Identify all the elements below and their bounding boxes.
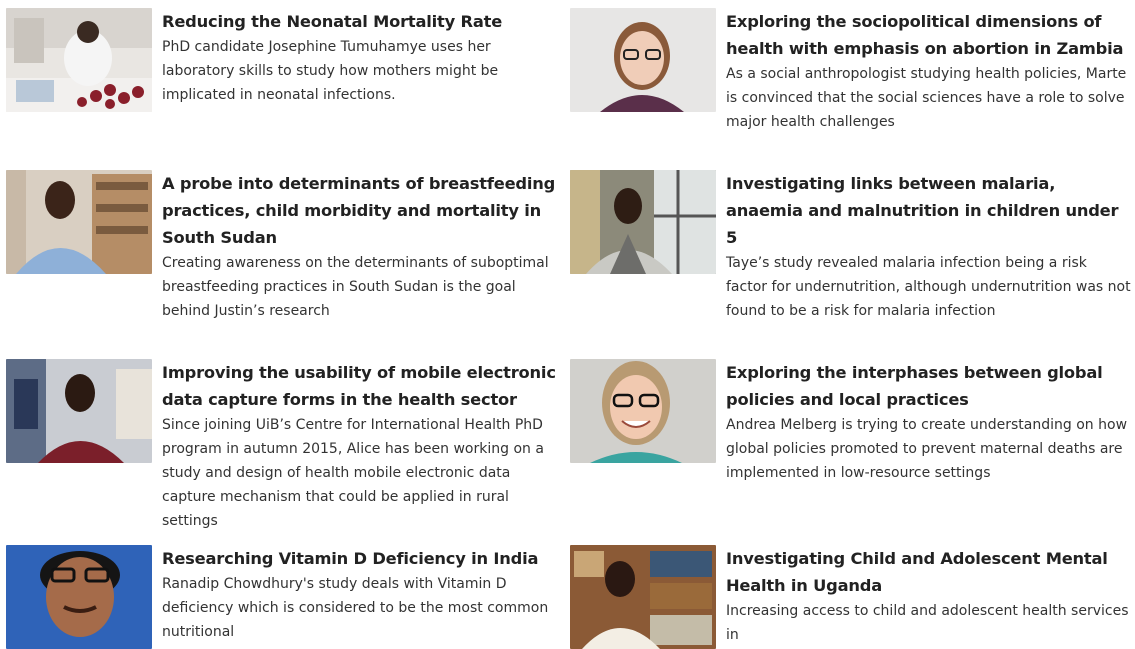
article-title[interactable]: A probe into determinants of breastfeedi… bbox=[162, 170, 567, 251]
article-thumbnail[interactable] bbox=[570, 359, 716, 463]
article-summary: Increasing access to child and adolescen… bbox=[726, 603, 1129, 643]
article-thumbnail[interactable] bbox=[6, 8, 152, 112]
article-summary: Andrea Melberg is trying to create under… bbox=[726, 417, 1128, 481]
man-by-window-photo bbox=[570, 170, 716, 274]
smiling-woman-portrait-photo bbox=[570, 359, 716, 463]
article-thumbnail[interactable] bbox=[570, 545, 716, 649]
article-title[interactable]: Reducing the Neonatal Mortality Rate bbox=[162, 8, 567, 35]
article-thumbnail[interactable] bbox=[570, 8, 716, 112]
article-title[interactable]: Exploring the sociopolitical dimensions … bbox=[726, 8, 1131, 62]
article-title[interactable]: Investigating links between malaria, ana… bbox=[726, 170, 1131, 251]
article-title[interactable]: Improving the usability of mobile electr… bbox=[162, 359, 567, 413]
article-thumbnail[interactable] bbox=[6, 170, 152, 274]
woman-portrait-photo bbox=[570, 8, 716, 112]
article-thumbnail[interactable] bbox=[570, 170, 716, 274]
researcher-in-lab-photo bbox=[6, 8, 152, 112]
woman-in-office-photo bbox=[6, 359, 152, 463]
article-title[interactable]: Investigating Child and Adolescent Menta… bbox=[726, 545, 1131, 599]
article-summary: Ranadip Chowdhury's study deals with Vit… bbox=[162, 576, 549, 640]
article-title[interactable]: Researching Vitamin D Deficiency in Indi… bbox=[162, 545, 567, 572]
article-grid: Reducing the Neonatal Mortality Rate PhD… bbox=[0, 0, 1135, 649]
woman-with-bookshelf-photo bbox=[570, 545, 716, 649]
man-in-office-photo bbox=[6, 170, 152, 274]
article-summary: As a social anthropologist studying heal… bbox=[726, 66, 1127, 130]
article-title[interactable]: Exploring the interphases between global… bbox=[726, 359, 1131, 413]
article-summary: PhD candidate Josephine Tumuhamye uses h… bbox=[162, 39, 499, 103]
article-thumbnail[interactable] bbox=[6, 359, 152, 463]
article-summary: Taye’s study revealed malaria infection … bbox=[726, 255, 1131, 319]
article-summary: Since joining UiB’s Centre for Internati… bbox=[162, 417, 544, 529]
man-with-glasses-portrait-photo bbox=[6, 545, 152, 649]
article-summary: Creating awareness on the determinants o… bbox=[162, 255, 549, 319]
article-thumbnail[interactable] bbox=[6, 545, 152, 649]
